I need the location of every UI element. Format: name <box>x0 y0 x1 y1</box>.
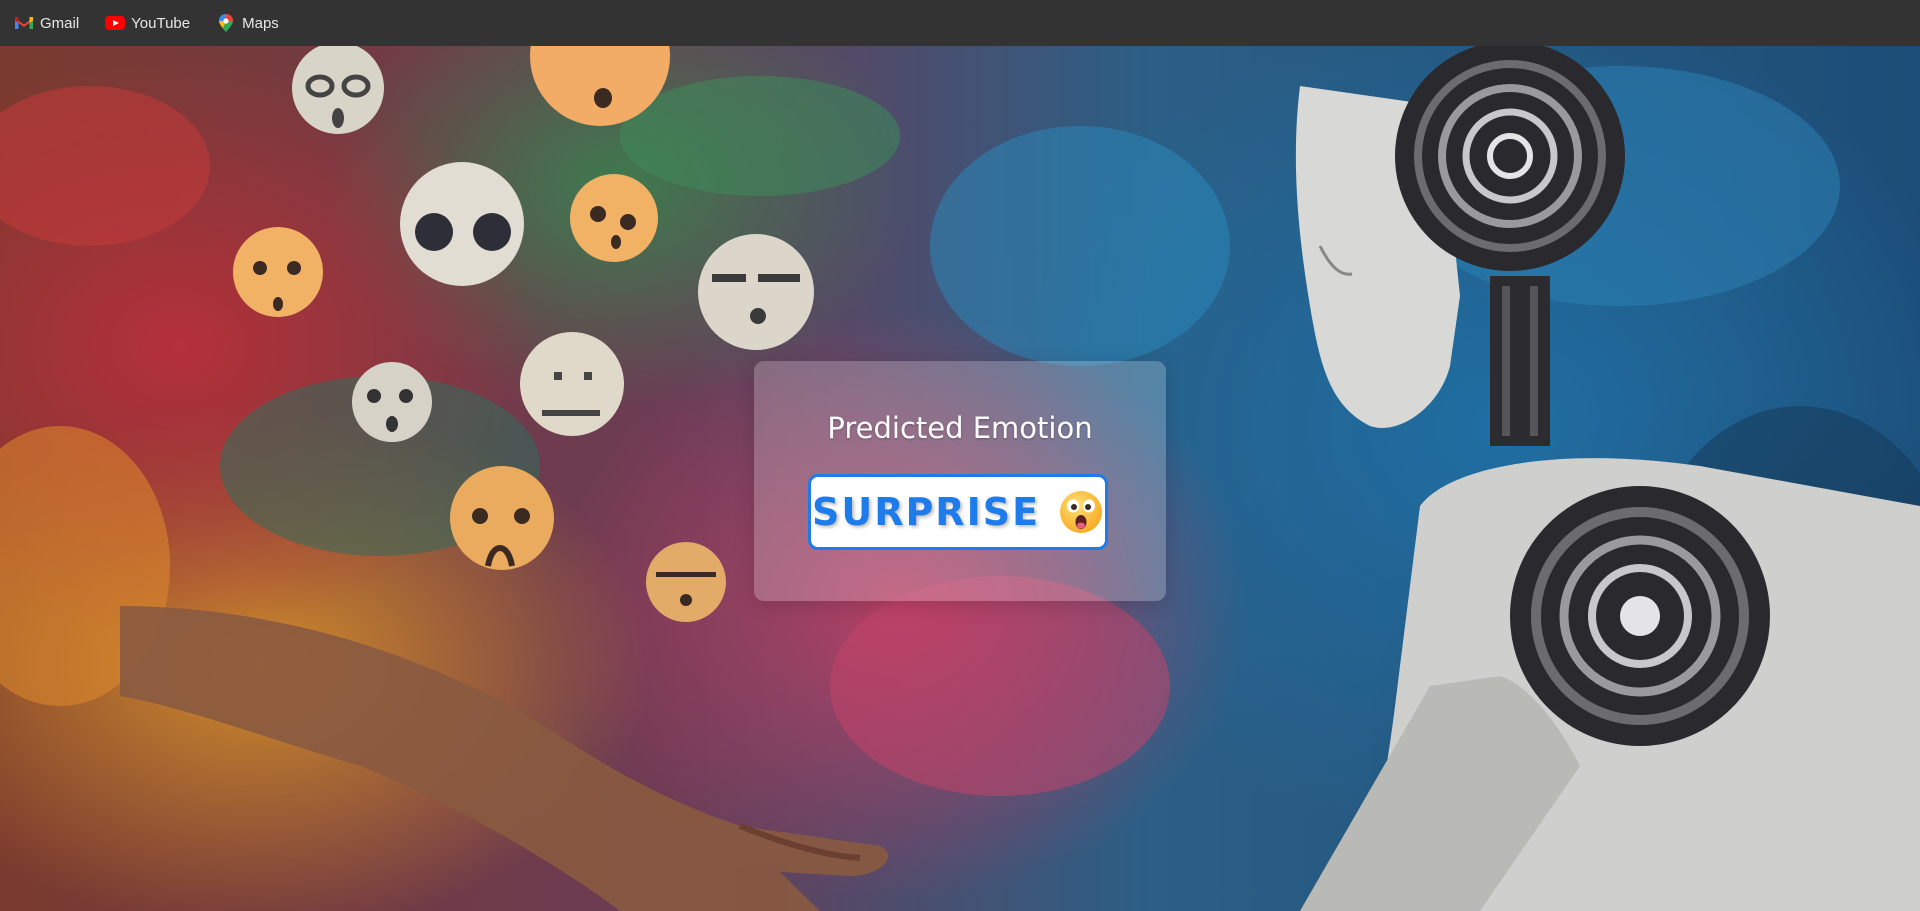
bookmark-maps[interactable]: Maps <box>216 14 279 32</box>
emotion-label: SURPRISE <box>811 490 1041 534</box>
face-small-grey-icon <box>352 362 432 442</box>
page-background: Predicted Emotion SURPRISE <box>0 46 1920 911</box>
human-hand-icon <box>120 606 889 911</box>
youtube-icon <box>105 15 126 31</box>
bookmark-label: Gmail <box>40 14 80 32</box>
prediction-card: Predicted Emotion SURPRISE <box>754 361 1166 601</box>
card-title: Predicted Emotion <box>827 411 1093 445</box>
gmail-icon <box>14 15 34 31</box>
face-straight-icon <box>520 332 624 436</box>
bookmark-gmail[interactable]: Gmail <box>14 15 79 32</box>
face-worried-icon <box>570 174 658 262</box>
maps-icon <box>216 14 236 32</box>
face-flat-lower-icon <box>646 542 726 622</box>
bookmarks-bar: Gmail YouTube Maps <box>0 0 1920 46</box>
face-neutral-right-icon <box>698 234 814 350</box>
face-orange-left-icon <box>233 227 323 317</box>
bookmark-label: Maps <box>242 14 279 32</box>
bookmark-label: YouTube <box>131 14 191 32</box>
bookmark-youtube[interactable]: YouTube <box>105 15 190 32</box>
face-sad-icon <box>450 466 554 570</box>
face-large-eyes-icon <box>400 162 524 286</box>
surprised-face-icon <box>1060 491 1103 533</box>
emotion-result-badge: SURPRISE <box>808 474 1108 550</box>
face-top-left-icon <box>292 46 384 134</box>
